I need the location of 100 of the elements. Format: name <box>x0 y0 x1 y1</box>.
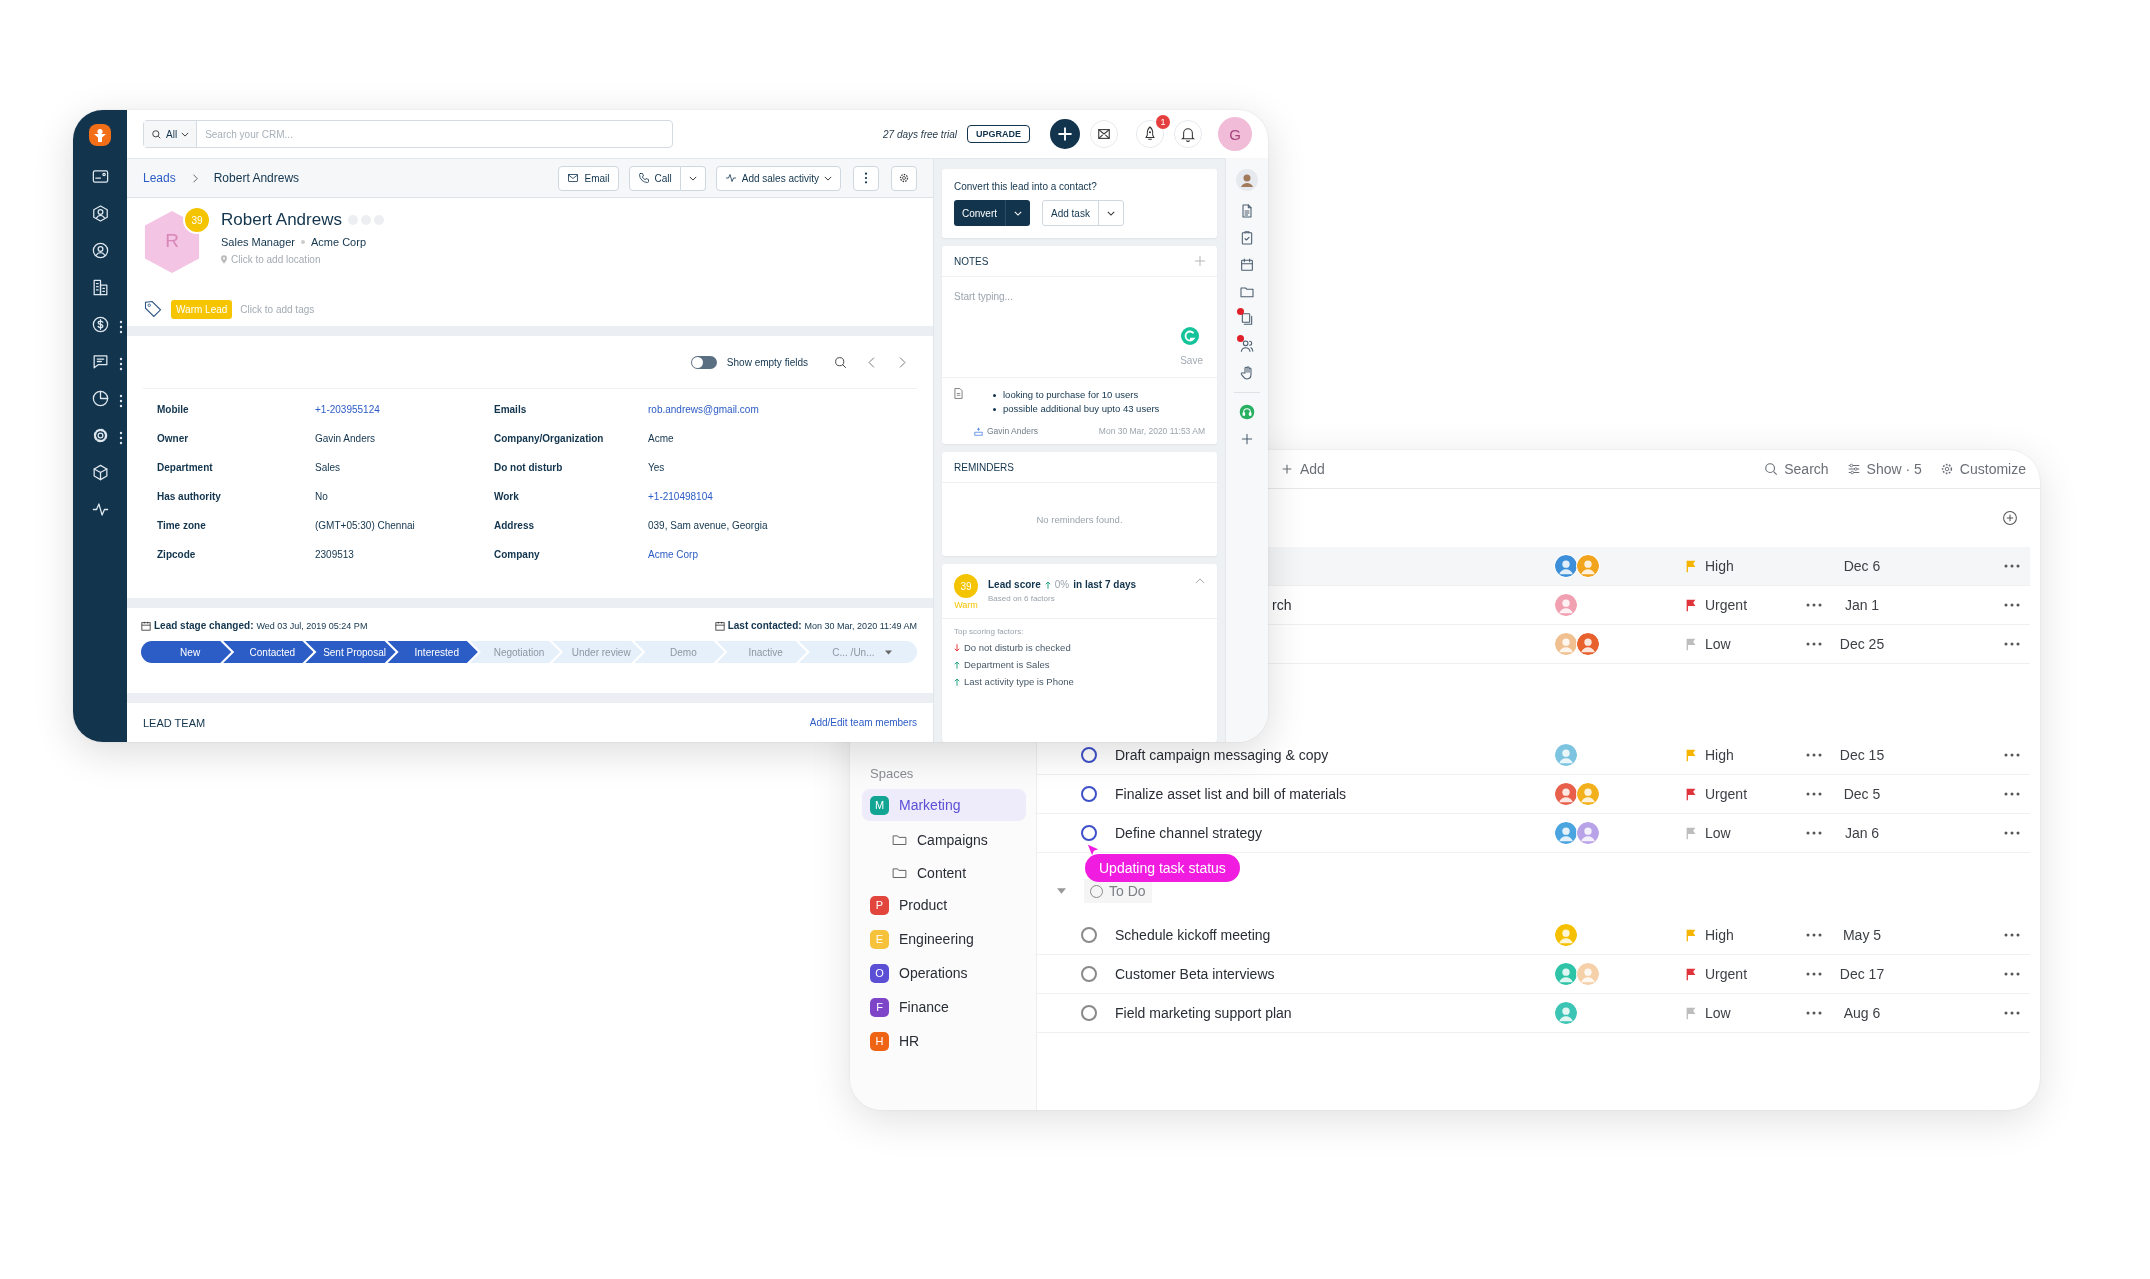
more-icon[interactable] <box>1806 753 1822 757</box>
caret-icon <box>1014 210 1022 216</box>
more-icon[interactable] <box>1806 603 1822 607</box>
g-logo-icon <box>1181 327 1199 345</box>
add-button[interactable]: Add <box>1280 461 1325 477</box>
show-button[interactable]: Show · 5 <box>1846 461 1922 477</box>
action-button[interactable]: Call <box>628 165 681 191</box>
add-icon[interactable] <box>1050 119 1080 149</box>
field-link[interactable]: +1-210498104 <box>648 491 917 502</box>
space-item[interactable]: H HR <box>862 1025 1026 1057</box>
calendar-icon <box>141 620 151 631</box>
field-link[interactable]: +1-203955124 <box>315 404 494 415</box>
task-row[interactable]: rch Urgent Jan 1 <box>1268 586 2030 625</box>
more-icon[interactable] <box>2004 642 2020 646</box>
caret-icon <box>884 649 892 655</box>
more-icon[interactable] <box>1806 642 1822 646</box>
search-button[interactable]: Search <box>1764 461 1829 477</box>
toggle-switch[interactable] <box>690 355 717 369</box>
status-icon[interactable] <box>1081 1005 1097 1021</box>
task-row[interactable]: High Dec 6 <box>1268 547 2030 586</box>
action-button[interactable]: Email <box>558 165 619 191</box>
kebab-icon[interactable] <box>119 394 123 408</box>
field-label: Mobile <box>157 404 190 415</box>
task-row[interactable]: Low Dec 25 <box>1268 625 2030 664</box>
edit-team-link[interactable]: Add/Edit team members <box>809 717 917 728</box>
status-icon[interactable] <box>1081 786 1097 802</box>
more-icon[interactable] <box>2004 831 2020 835</box>
caret-icon <box>1106 210 1115 216</box>
field-label: Company/Organization <box>494 433 605 444</box>
add-icon[interactable] <box>2002 510 2018 526</box>
mail-icon[interactable] <box>1090 120 1118 148</box>
more-icon[interactable] <box>2004 564 2020 568</box>
priority-label: Low <box>1705 1005 1731 1021</box>
last-contacted-date: Mon 30 Mar, 2020 11:49 AM <box>804 620 917 631</box>
field-value: 039, Sam avenue, Georgia <box>648 520 769 531</box>
scope-dropdown[interactable]: All <box>144 121 198 147</box>
more-icon[interactable] <box>2004 933 2020 937</box>
factor-text: Last activity type is Phone <box>964 676 1074 687</box>
task-row[interactable]: Field marketing support plan Low Aug 6 <box>1037 994 2030 1033</box>
pipeline-stage[interactable]: Contacted <box>223 641 314 663</box>
more-icon[interactable] <box>2004 1011 2020 1015</box>
status-icon[interactable] <box>1081 747 1097 763</box>
task-row[interactable]: Schedule kickoff meeting High May 5 <box>1037 916 2030 955</box>
task-row[interactable]: Customer Beta interviews Urgent Dec 17 <box>1037 955 2030 994</box>
space-item[interactable]: E Engineering <box>862 923 1026 955</box>
upgrade-button[interactable]: UPGRADE <box>967 125 1030 143</box>
more-icon[interactable] <box>1806 933 1822 937</box>
field-label: Has authority <box>157 491 222 502</box>
search-icon[interactable] <box>834 355 847 369</box>
more-icon[interactable] <box>1806 831 1822 835</box>
pipeline-stage[interactable]: New <box>141 641 232 663</box>
more-icon[interactable] <box>1806 792 1822 796</box>
kebab-icon[interactable] <box>119 320 123 334</box>
user-avatar[interactable]: G <box>1218 117 1252 151</box>
space-avatar: F <box>870 997 889 1017</box>
more-icon[interactable] <box>2004 792 2020 796</box>
trial-notice: 27 days free trial <box>883 128 957 140</box>
breadcrumb-link[interactable]: Leads <box>143 171 176 185</box>
field-link[interactable]: rob.andrews@gmail.com <box>648 404 917 415</box>
task-title: Finalize asset list and bill of materials <box>1115 786 1347 802</box>
space-item[interactable]: O Operations <box>862 957 1026 989</box>
pipeline-stage[interactable]: Sent Proposal <box>305 641 396 663</box>
more-icon[interactable] <box>1806 1011 1822 1015</box>
settings-icon <box>1939 462 1954 476</box>
settings-icon <box>898 172 910 184</box>
people-icon <box>1239 338 1255 354</box>
space-avatar: O <box>870 963 889 983</box>
bell-icon[interactable] <box>1174 120 1202 148</box>
status-icon[interactable] <box>1081 927 1097 943</box>
folder-item[interactable]: Content <box>862 856 1026 889</box>
status-icon[interactable] <box>1081 966 1097 982</box>
space-name: Finance <box>899 999 949 1015</box>
space-item[interactable]: M Marketing <box>862 789 1026 821</box>
more-icon[interactable] <box>2004 603 2020 607</box>
more-icon[interactable] <box>2004 972 2020 976</box>
caret-icon[interactable] <box>1057 888 1066 894</box>
more-icon[interactable] <box>1806 972 1822 976</box>
space-item[interactable]: F Finance <box>862 991 1026 1023</box>
field-link[interactable]: Acme Corp <box>648 549 917 560</box>
arrow-up-icon <box>1044 580 1051 589</box>
search-field[interactable]: All Search your CRM... <box>143 120 673 148</box>
mail-icon <box>567 172 580 184</box>
field-value: (GMT+05:30) Chennai <box>315 520 416 531</box>
kebab-icon[interactable] <box>119 431 123 445</box>
phone-icon <box>637 172 650 184</box>
task-row[interactable]: Finalize asset list and bill of materials Urgent Dec 5 <box>1037 775 2030 814</box>
settings-button[interactable] <box>891 165 917 191</box>
status-icon[interactable] <box>1081 825 1097 841</box>
action-button[interactable]: Add sales activity <box>715 165 841 191</box>
customize-button[interactable]: Customize <box>1939 461 2026 477</box>
folder-item[interactable]: Campaigns <box>862 823 1026 856</box>
rocket-icon[interactable] <box>1136 120 1164 148</box>
pipeline-stage[interactable]: Interested <box>387 641 478 663</box>
score-badge: 39 <box>183 206 211 234</box>
space-item[interactable]: P Product <box>862 889 1026 921</box>
convert-button[interactable]: Convert <box>954 200 1030 226</box>
section-heading: Spaces <box>870 766 915 781</box>
add-task-button[interactable]: Add task <box>1042 200 1124 226</box>
kebab-icon[interactable] <box>119 357 123 371</box>
more-icon[interactable] <box>2004 753 2020 757</box>
